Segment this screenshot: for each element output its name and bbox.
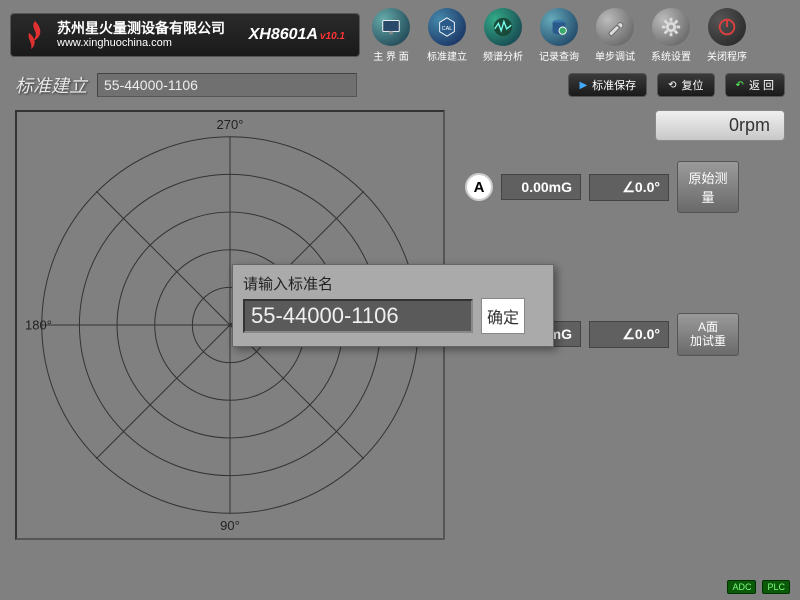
- records-icon: [540, 8, 578, 46]
- save-standard-button[interactable]: ▶ 标准保存: [568, 73, 647, 97]
- magnitude-a: 0.00mG: [501, 174, 581, 200]
- reading-row-a: A 0.00mG ∠0.0° 原始测量: [465, 161, 785, 213]
- main-nav: 主 界 面 CAL 标准建立 频谱分析 记录查询 单步调试: [365, 8, 753, 63]
- reset-icon: ⟲: [668, 80, 676, 91]
- adc-badge: ADC: [727, 580, 756, 594]
- app-header: 苏州星火量测设备有限公司 www.xinghuochina.com XH8601…: [0, 0, 800, 70]
- axis-top-label: 270°: [217, 117, 244, 132]
- standard-name-input[interactable]: [97, 73, 357, 97]
- save-icon: ▶: [579, 80, 587, 91]
- subheader: 标准建立 ▶ 标准保存 ⟲ 复位 ↶ 返 回: [0, 70, 800, 100]
- angle-b: ∠0.0°: [589, 321, 669, 348]
- logo-text: 苏州星火量测设备有限公司 www.xinghuochina.com: [57, 20, 225, 50]
- monitor-icon: [372, 8, 410, 46]
- nav-records[interactable]: 记录查询: [533, 8, 585, 63]
- dialog-name-input[interactable]: [243, 299, 473, 333]
- power-icon: [708, 8, 746, 46]
- nav-settings[interactable]: 系统设置: [645, 8, 697, 63]
- flame-logo-icon: [19, 19, 51, 51]
- rpm-display: 0rpm: [655, 110, 785, 141]
- nav-standard[interactable]: CAL 标准建立: [421, 8, 473, 63]
- add-trial-weight-button[interactable]: A面 加试重: [677, 313, 739, 356]
- dialog-title: 请输入标准名: [243, 273, 543, 294]
- status-badges: ADC PLC: [727, 580, 790, 594]
- input-name-dialog: 请输入标准名 确定: [232, 264, 554, 347]
- back-button[interactable]: ↶ 返 回: [725, 73, 785, 97]
- axis-bottom-label: 90°: [220, 518, 240, 533]
- company-url: www.xinghuochina.com: [57, 37, 225, 50]
- model-label: XH8601A v10.1: [249, 26, 345, 44]
- logo-box: 苏州星火量测设备有限公司 www.xinghuochina.com XH8601…: [10, 13, 360, 57]
- measure-original-button[interactable]: 原始测量: [677, 161, 739, 213]
- nav-debug[interactable]: 单步调试: [589, 8, 641, 63]
- tools-icon: [596, 8, 634, 46]
- plc-badge: PLC: [762, 580, 790, 594]
- axis-left-label: 180°: [25, 318, 52, 333]
- gear-icon: [652, 8, 690, 46]
- calibrate-icon: CAL: [428, 8, 466, 46]
- dialog-ok-button[interactable]: 确定: [481, 298, 525, 334]
- spectrum-icon: [484, 8, 522, 46]
- nav-spectrum[interactable]: 频谱分析: [477, 8, 529, 63]
- channel-badge-a: A: [465, 173, 493, 201]
- angle-a: ∠0.0°: [589, 174, 669, 201]
- page-title: 标准建立: [15, 72, 87, 98]
- nav-home[interactable]: 主 界 面: [365, 8, 417, 63]
- svg-text:CAL: CAL: [442, 25, 453, 31]
- back-icon: ↶: [736, 80, 744, 91]
- reset-button[interactable]: ⟲ 复位: [657, 73, 714, 97]
- company-name: 苏州星火量测设备有限公司: [57, 20, 225, 37]
- nav-exit[interactable]: 关闭程序: [701, 8, 753, 63]
